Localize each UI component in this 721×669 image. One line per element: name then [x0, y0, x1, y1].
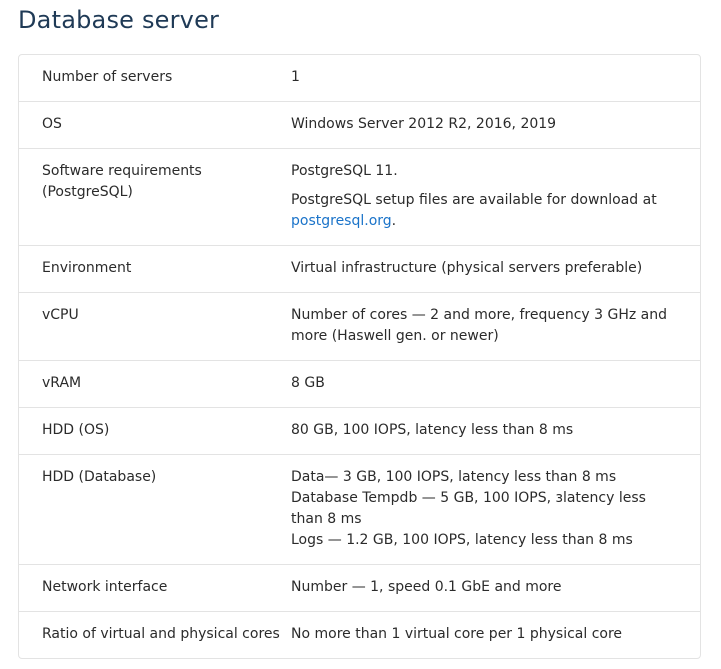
table-row: vRAM 8 GB	[19, 360, 700, 407]
row-value: Number of cores — 2 and more, frequency …	[291, 307, 668, 344]
table-row: Ratio of virtual and physical cores No m…	[19, 611, 700, 658]
postgresql-link[interactable]: postgresql.org	[291, 213, 392, 229]
value-text: PostgreSQL setup files are available for…	[291, 192, 657, 208]
row-label: Number of servers	[42, 69, 173, 85]
value-line: Data— 3 GB, 100 IOPS, latency less than …	[291, 469, 617, 485]
row-label: Network interface	[42, 579, 168, 595]
value-line: Logs — 1.2 GB, 100 IOPS, latency less th…	[291, 532, 633, 548]
row-label: HDD (Database)	[42, 469, 157, 485]
row-value: 1	[291, 69, 300, 85]
value-text: .	[391, 213, 397, 229]
row-value: Virtual infrastructure (physical servers…	[291, 260, 643, 276]
table-row: Network interface Number — 1, speed 0.1 …	[19, 564, 700, 611]
table-row: Environment Virtual infrastructure (phys…	[19, 245, 700, 292]
row-value: Data— 3 GB, 100 IOPS, latency less than …	[291, 467, 700, 551]
row-value: PostgreSQL 11. PostgreSQL setup files ar…	[291, 161, 700, 232]
row-label: Ratio of virtual and physical cores	[42, 626, 280, 642]
value-line: Database Tempdb — 5 GB, 100 IOPS, зlaten…	[291, 490, 646, 527]
page-title: Database server	[18, 6, 220, 34]
row-value: Windows Server 2012 R2, 2016, 2019	[291, 116, 557, 132]
row-value: 8 GB	[291, 375, 325, 391]
row-label: Software requirements (PostgreSQL)	[42, 163, 202, 200]
table-row: HDD (Database) Data— 3 GB, 100 IOPS, lat…	[19, 454, 700, 564]
row-label: HDD (OS)	[42, 422, 110, 438]
row-label: OS	[42, 116, 62, 132]
table-row: HDD (OS) 80 GB, 100 IOPS, latency less t…	[19, 407, 700, 454]
row-label: Environment	[42, 260, 132, 276]
table-row: vCPU Number of cores — 2 and more, frequ…	[19, 292, 700, 360]
table-row: Software requirements (PostgreSQL) Postg…	[19, 148, 700, 245]
row-value: Number — 1, speed 0.1 GbE and more	[291, 579, 562, 595]
spec-table: Number of servers 1 OS Windows Server 20…	[18, 54, 701, 659]
table-row: Number of servers 1	[19, 55, 700, 101]
row-label: vRAM	[42, 375, 82, 391]
table-row: OS Windows Server 2012 R2, 2016, 2019	[19, 101, 700, 148]
row-value: No more than 1 virtual core per 1 physic…	[291, 626, 623, 642]
value-paragraph: PostgreSQL 11.	[291, 163, 398, 179]
row-label: vCPU	[42, 307, 79, 323]
value-paragraph: PostgreSQL setup files are available for…	[291, 190, 680, 232]
row-value: 80 GB, 100 IOPS, latency less than 8 ms	[291, 422, 574, 438]
